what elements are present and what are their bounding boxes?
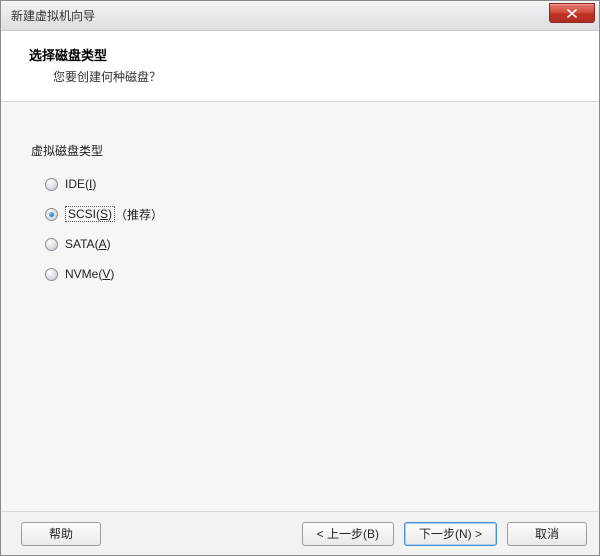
close-button[interactable] [549,3,595,23]
radio-ide[interactable]: IDE(I) [45,169,569,199]
cancel-button[interactable]: 取消 [507,522,587,546]
group-label: 虚拟磁盘类型 [31,142,569,159]
radio-icon [45,208,58,221]
disk-type-radio-group: IDE(I) SCSI(S) （推荐） SATA(A) NVMe(V) [31,169,569,289]
next-button[interactable]: 下一步(N) > [404,522,497,546]
page-subtitle: 您要创建何种磁盘？ [29,68,579,85]
window-title: 新建虚拟机向导 [11,7,95,24]
radio-icon [45,238,58,251]
page-title: 选择磁盘类型 [29,45,579,64]
radio-label: SATA(A) [65,237,111,251]
radio-nvme[interactable]: NVMe(V) [45,259,569,289]
wizard-header: 选择磁盘类型 您要创建何种磁盘？ [1,31,599,102]
footer: 帮助 < 上一步(B) 下一步(N) > 取消 [1,511,599,555]
radio-icon [45,268,58,281]
radio-icon [45,178,58,191]
content-area: 虚拟磁盘类型 IDE(I) SCSI(S) （推荐） SATA(A) [1,102,599,511]
close-icon [567,9,577,18]
help-button[interactable]: 帮助 [21,522,101,546]
radio-sata[interactable]: SATA(A) [45,229,569,259]
titlebar: 新建虚拟机向导 [1,1,599,31]
radio-label: IDE(I) [65,177,96,191]
wizard-window: 新建虚拟机向导 选择磁盘类型 您要创建何种磁盘？ 虚拟磁盘类型 IDE(I) S… [0,0,600,556]
radio-scsi[interactable]: SCSI(S) （推荐） [45,199,569,229]
radio-label: NVMe(V) [65,267,114,281]
back-button[interactable]: < 上一步(B) [302,522,394,546]
radio-label: SCSI(S) （推荐） [65,206,163,223]
